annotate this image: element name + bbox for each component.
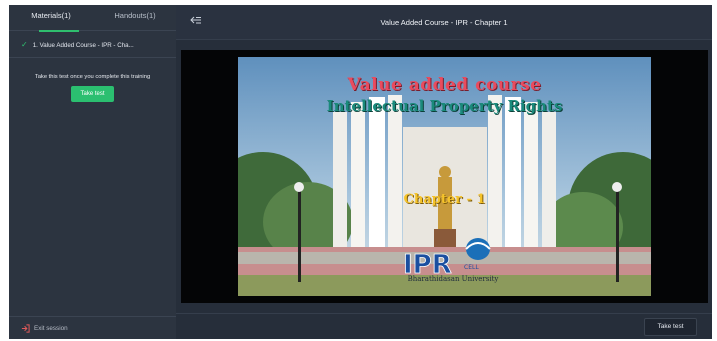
slide-caption: Bharathidasan University [407,275,499,283]
top-bar: Value Added Course - IPR - Chapter 1 [176,5,712,40]
material-item-label: 1. Value Added Course - IPR - Cha... [32,41,134,49]
take-test-button-sidebar[interactable]: Take test [71,86,114,102]
take-test-note: Take this test once you complete this tr… [34,74,151,80]
main-panel: Value Added Course - IPR - Chapter 1 Val… [176,5,712,339]
bottom-bar: Take test [176,313,712,339]
tab-materials-label: Materials(1) [31,11,71,20]
sidebar-footer: Exit session [9,316,176,339]
exit-session-icon [21,324,30,333]
take-test-button[interactable]: Take test [644,318,697,336]
course-title: Value Added Course - IPR - Chapter 1 [380,18,508,27]
tab-materials[interactable]: Materials(1) [17,5,85,32]
active-tab-indicator [39,30,79,32]
sidebar: Materials(1) Handouts(1) ✓ 1. Value Adde… [9,5,176,339]
check-icon: ✓ [21,40,28,49]
tab-handouts[interactable]: Handouts(1) [101,5,169,31]
app-window: Materials(1) Handouts(1) ✓ 1. Value Adde… [0,0,717,341]
collapse-sidebar-icon[interactable] [190,16,202,26]
exit-session-button[interactable]: Exit session [21,324,68,333]
exit-session-label: Exit session [34,325,68,332]
divider [9,57,176,58]
svg-text:CELL: CELL [464,264,479,271]
material-item[interactable]: ✓ 1. Value Added Course - IPR - Cha... [9,35,176,55]
slide-frame: Value added course Intellectual Property… [238,57,651,296]
slide-line-3: Chapter - 1 [403,192,486,207]
sidebar-tabs: Materials(1) Handouts(1) [9,5,176,32]
video-player[interactable]: Value added course Intellectual Property… [181,50,708,303]
tab-handouts-label: Handouts(1) [114,11,156,20]
slide-line-2: Intellectual Property Rights [326,97,563,115]
slide-line-1: Value added course [347,75,542,95]
